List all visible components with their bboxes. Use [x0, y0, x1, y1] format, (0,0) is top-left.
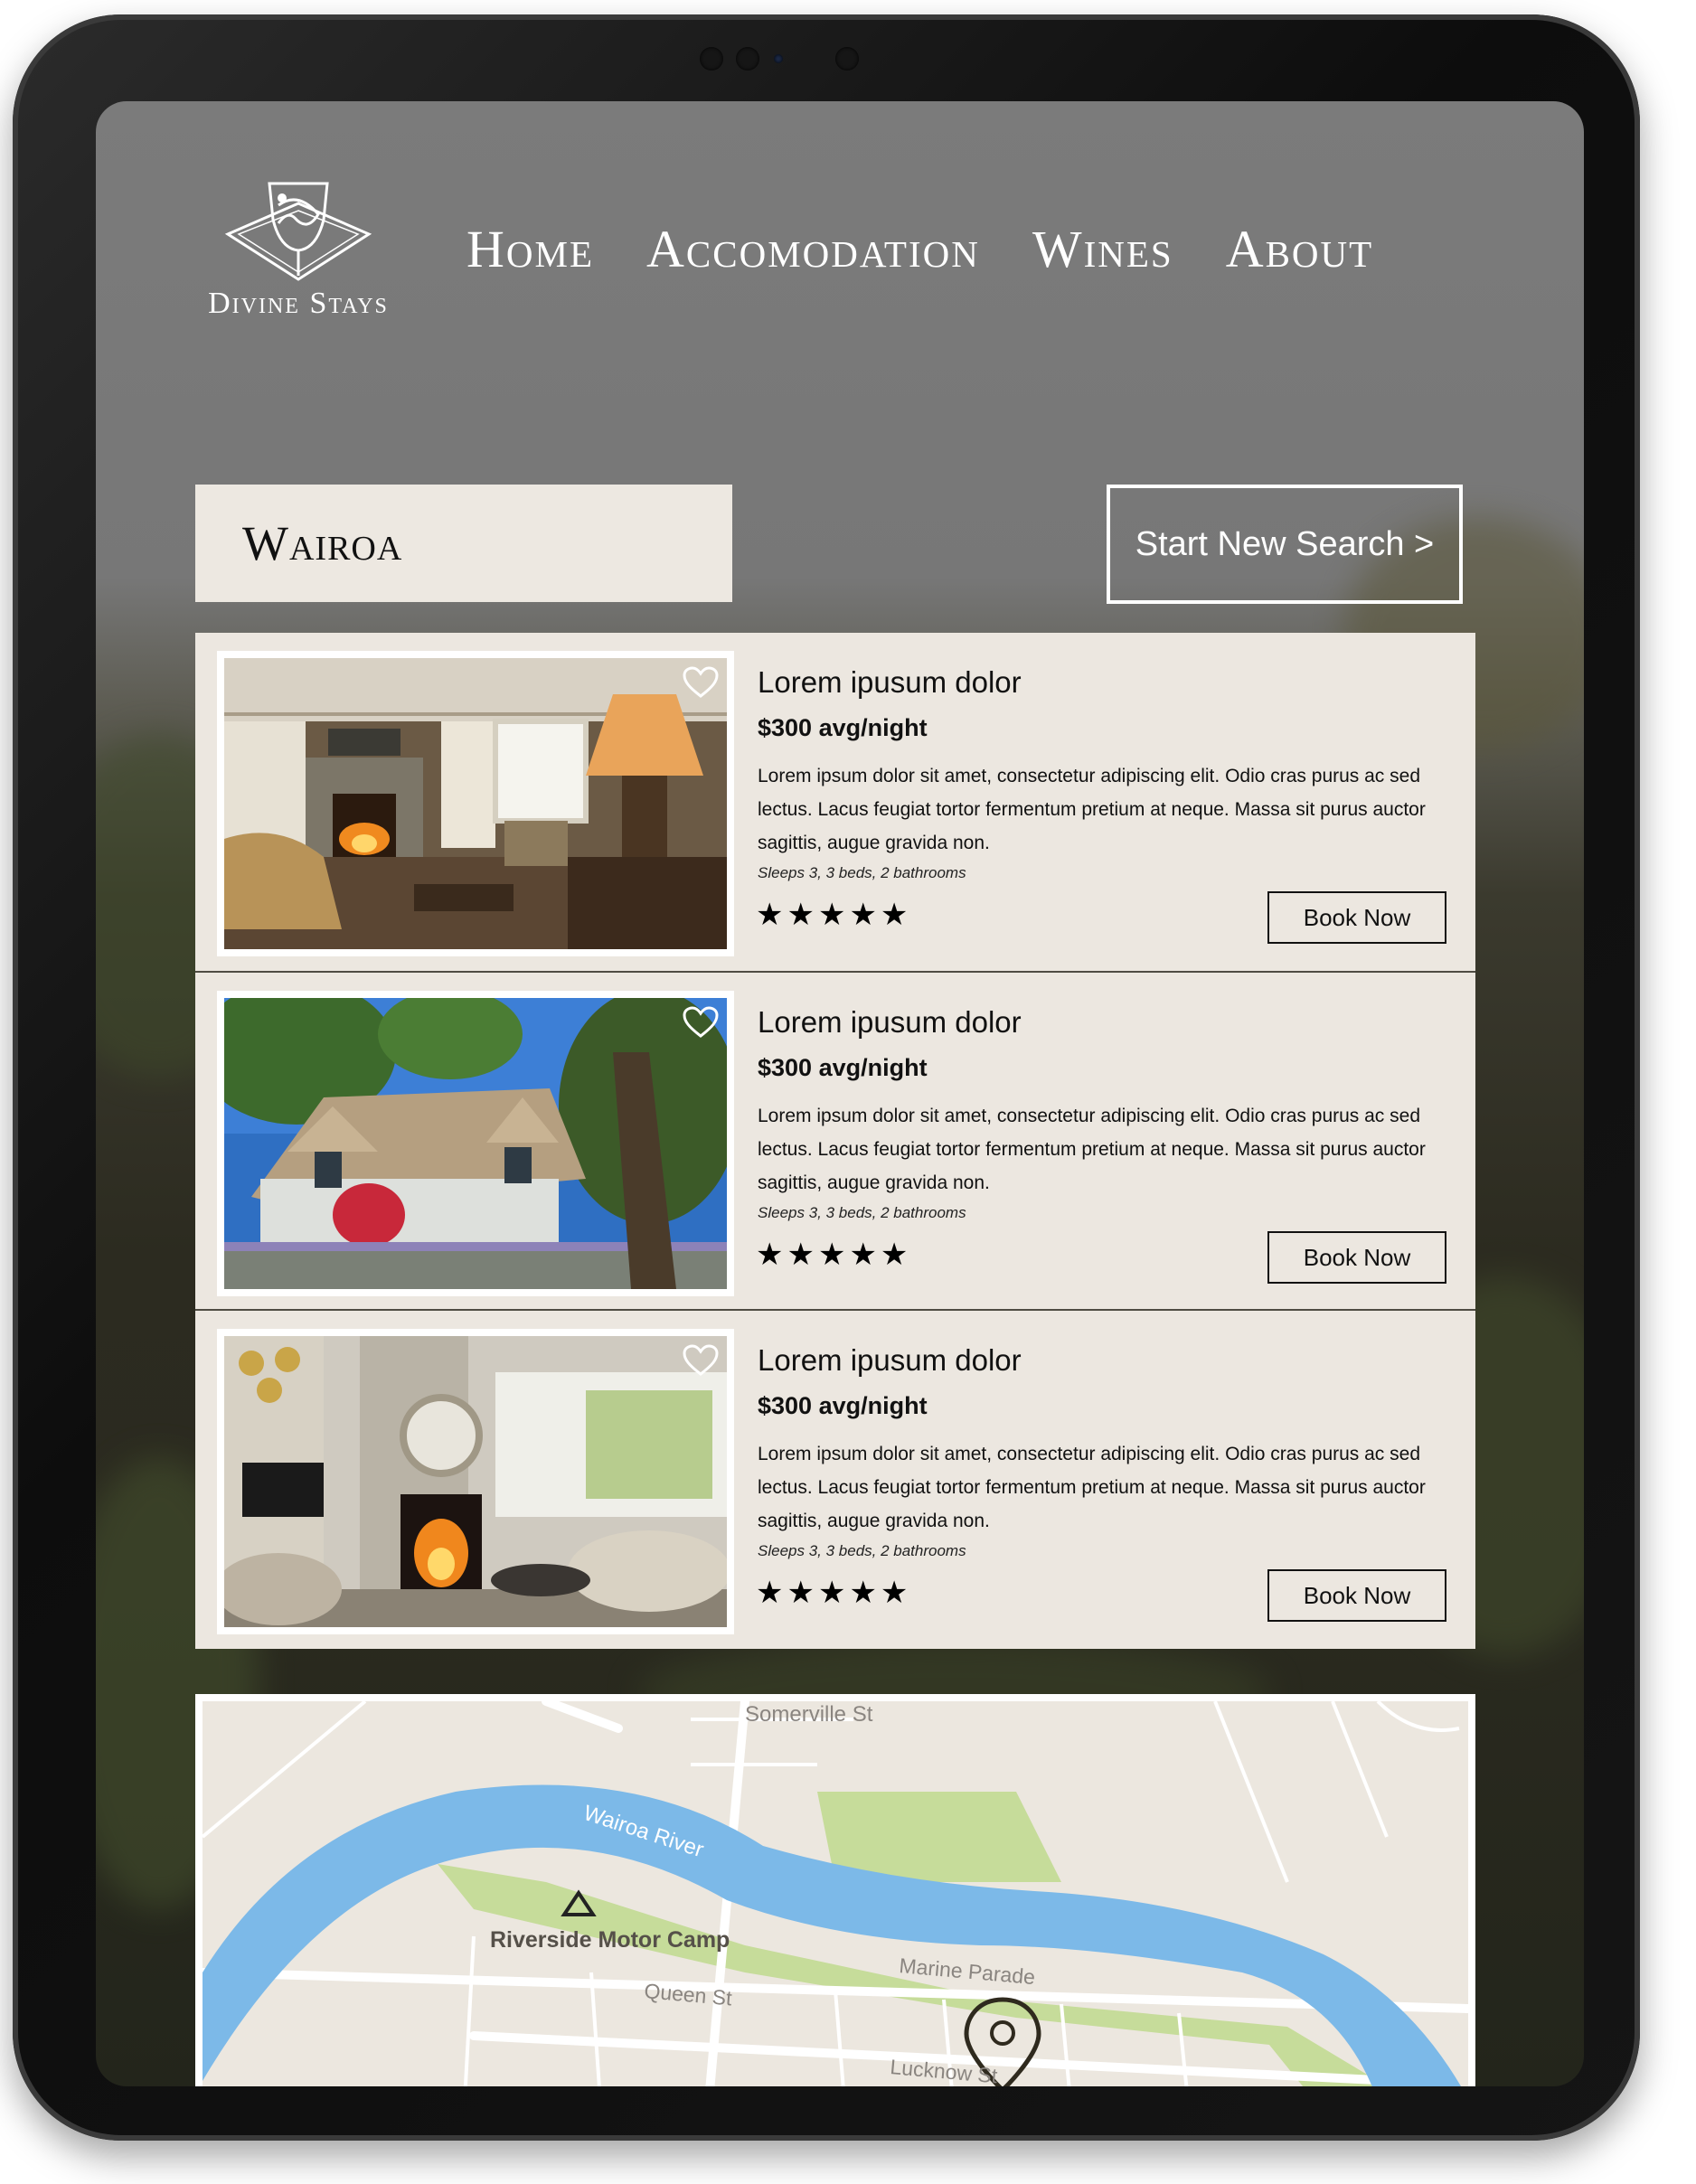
camera-bar [700, 38, 989, 81]
star-rating-icon: ★★★★★ [756, 898, 912, 932]
book-now-button[interactable]: Book Now [1267, 1231, 1446, 1284]
location-map[interactable]: Somerville St Wairoa River Riverside Mot… [195, 1694, 1475, 2086]
listing-price: $300 avg/night [758, 1054, 928, 1081]
favorite-heart-icon[interactable] [682, 1343, 720, 1382]
sensor-icon [774, 54, 783, 63]
map-label-somerville: Somerville St [745, 1702, 873, 1727]
listing-sleeps: Sleeps 3, 3 beds, 2 bathrooms [758, 1204, 966, 1221]
listing-photo[interactable] [217, 991, 734, 1296]
main-nav: Home Accomodation Wines About [466, 219, 1493, 279]
camera-icon [736, 47, 759, 71]
listing-description: Lorem ipsum dolor sit amet, consectetur … [758, 1444, 1426, 1531]
map-label-camp: Riverside Motor Camp [490, 1927, 730, 1953]
listing-title[interactable]: Lorem ipusum dolor [758, 1343, 1022, 1378]
listing-description: Lorem ipsum dolor sit amet, consectetur … [758, 766, 1426, 853]
nav-about[interactable]: About [1226, 219, 1374, 279]
listing-description: Lorem ipsum dolor sit amet, consectetur … [758, 1106, 1426, 1193]
listing-sleeps: Sleeps 3, 3 beds, 2 bathrooms [758, 1542, 966, 1559]
nav-wines[interactable]: Wines [1032, 219, 1173, 279]
tablet-frame: Divine Stays Home Accomodation Wines Abo… [13, 14, 1640, 2141]
location-title: Wairoa [242, 516, 403, 570]
logo[interactable]: Divine Stays [190, 178, 407, 321]
listing-sleeps: Sleeps 3, 3 beds, 2 bathrooms [758, 864, 966, 881]
listing-price: $300 avg/night [758, 1392, 928, 1419]
nav-home[interactable]: Home [466, 219, 594, 279]
nav-accomodation[interactable]: Accomodation [646, 219, 980, 279]
listing-title[interactable]: Lorem ipusum dolor [758, 1005, 1022, 1040]
listing-photo[interactable] [217, 651, 734, 956]
lounge-image [224, 1336, 727, 1627]
camera-icon [835, 47, 859, 71]
favorite-heart-icon[interactable] [682, 665, 720, 704]
listing-card: Lorem ipusum dolor $300 avg/night Lorem … [195, 633, 1475, 971]
listing-title[interactable]: Lorem ipusum dolor [758, 665, 1022, 700]
star-rating-icon: ★★★★★ [756, 1238, 912, 1272]
wine-glass-logo-icon [224, 182, 372, 281]
star-rating-icon: ★★★★★ [756, 1576, 912, 1610]
location-box: Wairoa [195, 485, 732, 602]
camera-icon [700, 47, 723, 71]
favorite-heart-icon[interactable] [682, 1005, 720, 1044]
listing-price: $300 avg/night [758, 714, 928, 741]
map-canvas[interactable]: Somerville St Wairoa River Riverside Mot… [203, 1701, 1468, 2086]
living-room-image [224, 658, 727, 949]
book-now-button[interactable]: Book Now [1267, 1569, 1446, 1622]
screen: Divine Stays Home Accomodation Wines Abo… [96, 101, 1584, 2086]
start-new-search-button[interactable]: Start New Search > [1107, 485, 1463, 604]
listing-card: Lorem ipusum dolor $300 avg/night Lorem … [195, 1309, 1475, 1649]
book-now-button[interactable]: Book Now [1267, 891, 1446, 944]
listing-photo[interactable] [217, 1329, 734, 1634]
brand-name: Divine Stays [208, 287, 389, 320]
listing-card: Lorem ipusum dolor $300 avg/night Lorem … [195, 971, 1475, 1311]
cottage-image [224, 998, 727, 1289]
